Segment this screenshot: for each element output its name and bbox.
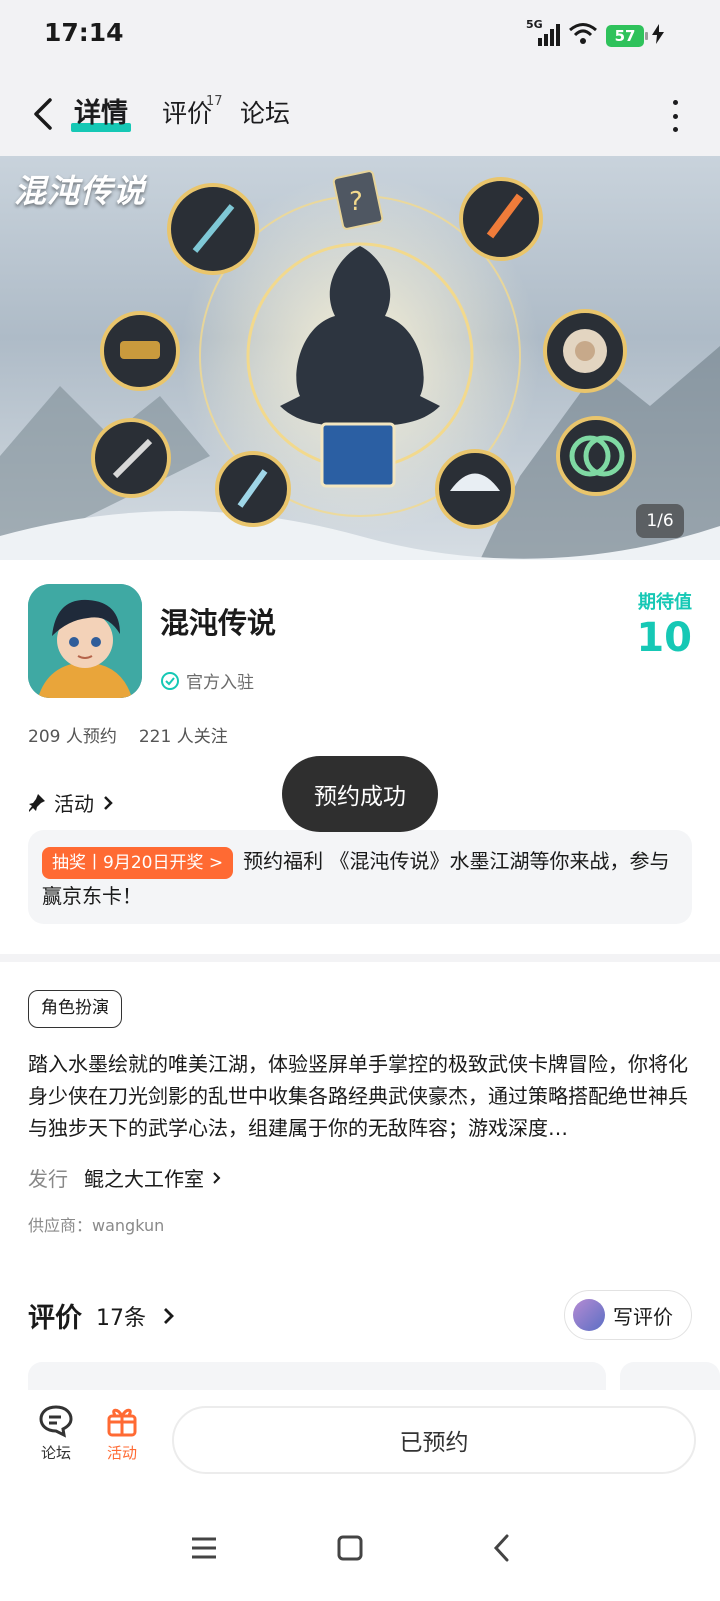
more-dot-icon xyxy=(672,100,678,105)
network-type: 5G xyxy=(526,18,543,31)
app-character-icon xyxy=(28,584,142,698)
reviews-count: 17条 xyxy=(96,1305,146,1331)
activity-text-block: 抽奖丨9月20日开奖 > 预约福利 《混沌传说》水墨江湖等你来战，参与赢京东卡！ xyxy=(42,844,678,913)
tab-forum-label: 论坛 xyxy=(240,99,291,128)
tab-detail[interactable]: 详情 xyxy=(71,94,131,134)
app-name: 混沌传说 xyxy=(160,606,277,640)
more-menu-button[interactable] xyxy=(670,100,680,132)
charging-icon xyxy=(652,24,664,48)
official-label: 官方入驻 xyxy=(186,673,254,693)
recent-apps-button[interactable] xyxy=(184,1528,224,1568)
tab-forum[interactable]: 论坛 xyxy=(240,94,290,134)
back-button[interactable] xyxy=(28,94,64,134)
publisher-label: 发行 xyxy=(28,1167,68,1191)
battery-icon: 57 xyxy=(606,25,648,47)
forum-chat-icon xyxy=(39,1405,73,1438)
reserved-button[interactable]: 已预约 xyxy=(172,1406,696,1474)
status-icons: 5G 57 xyxy=(526,18,664,50)
lottery-badge: 抽奖丨9月20日开奖 > xyxy=(42,847,234,879)
supplier-info: 供应商：wangkun xyxy=(28,1216,165,1235)
tab-detail-label: 详情 xyxy=(74,98,128,129)
activity-header[interactable]: 活动 xyxy=(28,788,114,817)
back-arrow-icon xyxy=(493,1534,509,1562)
system-back-button[interactable] xyxy=(482,1528,522,1568)
publisher-name: 鲲之大工作室 xyxy=(84,1167,204,1191)
wifi-icon xyxy=(568,22,598,50)
activity-card[interactable]: 抽奖丨9月20日开奖 > 预约福利 《混沌传说》水墨江湖等你来战，参与赢京东卡！ xyxy=(28,830,692,924)
official-badge: 官方入驻 xyxy=(160,668,254,693)
status-time: 17:14 xyxy=(44,18,124,47)
reservation-count: 209 人预约 xyxy=(28,727,117,747)
activity-header-label: 活动 xyxy=(54,792,94,816)
chevron-right-icon xyxy=(164,1307,174,1324)
write-review-label: 写评价 xyxy=(613,1304,673,1329)
menu-lines-icon xyxy=(192,1537,216,1559)
banner-artwork: ? xyxy=(0,170,720,560)
system-navigation-bar xyxy=(0,1498,720,1601)
tab-reviews-badge: 17 xyxy=(206,94,223,109)
tab-reviews-label: 评价 xyxy=(162,99,213,128)
expectation-label: 期待值 xyxy=(638,592,692,613)
home-square-icon xyxy=(337,1535,363,1561)
publisher-row[interactable]: 发行 鲲之大工作室 xyxy=(28,1163,224,1192)
banner-page-indicator: 1/6 xyxy=(636,504,684,538)
chevron-right-icon xyxy=(213,1171,221,1184)
bottom-forum-button[interactable]: 论坛 xyxy=(26,1404,86,1463)
bottom-activity-button[interactable]: 活动 xyxy=(92,1404,152,1463)
bottom-action-bar: 论坛 活动 已预约 xyxy=(0,1390,720,1498)
banner-title: 混沌传说 xyxy=(14,172,147,210)
tab-reviews[interactable]: 评价 17 xyxy=(162,94,223,134)
chevron-right-icon xyxy=(104,795,113,810)
reviews-header[interactable]: 评价 17条 xyxy=(28,1296,178,1335)
verified-check-icon xyxy=(161,671,179,690)
app-stats: 209 人预约 221 人关注 xyxy=(28,722,228,747)
expectation-value: 10 xyxy=(636,615,692,661)
pin-icon xyxy=(29,793,45,812)
bottom-forum-label: 论坛 xyxy=(40,1444,71,1462)
bottom-activity-label: 活动 xyxy=(106,1444,137,1462)
reviews-title: 评价 xyxy=(28,1303,82,1334)
game-description[interactable]: 踏入水墨绘就的唯美江湖，体验竖屏单手掌控的极致武侠卡牌冒险，你将化身少侠在刀光剑… xyxy=(28,1048,692,1144)
top-nav: 详情 评价 17 论坛 xyxy=(0,72,720,156)
banner-carousel[interactable]: ? 混沌传说 1/6 xyxy=(0,156,720,560)
user-avatar xyxy=(573,1299,605,1331)
follower-count: 221 人关注 xyxy=(138,727,228,747)
home-button[interactable] xyxy=(330,1528,370,1568)
signal-icon: 5G xyxy=(526,18,560,48)
section-divider xyxy=(0,954,720,962)
status-bar: 17:14 5G 57 xyxy=(0,0,720,72)
back-arrow-icon xyxy=(34,98,52,130)
write-review-button[interactable]: 写评价 xyxy=(564,1290,692,1340)
gift-icon xyxy=(107,1408,137,1437)
svg-text:?: ? xyxy=(349,187,363,217)
toast-message: 预约成功 xyxy=(282,756,438,832)
genre-tag[interactable]: 角色扮演 xyxy=(28,990,122,1028)
app-icon xyxy=(28,584,142,698)
expectation-score: 期待值 10 xyxy=(636,588,692,658)
